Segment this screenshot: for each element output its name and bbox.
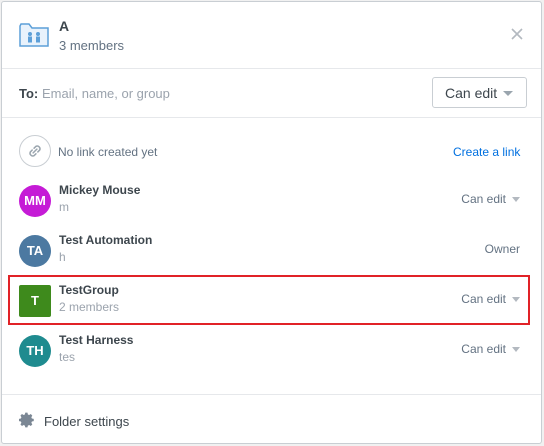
member-name: Test Automation: [59, 233, 153, 247]
member-detail: m: [59, 200, 69, 214]
member-row: MM Mickey Mouse m Can edit: [2, 176, 541, 226]
member-detail: h: [59, 250, 66, 264]
member-role-label: Owner: [484, 242, 520, 256]
folder-settings-link[interactable]: Folder settings: [44, 414, 129, 429]
link-icon: [19, 135, 51, 167]
divider: [2, 68, 541, 69]
divider: [2, 394, 541, 395]
link-status: No link created yet: [58, 145, 158, 159]
chevron-down-icon: [503, 91, 513, 96]
member-role: Owner: [485, 242, 520, 256]
share-dialog: A 3 members To: Can edit No link created…: [1, 1, 542, 444]
folder-member-count: 3 members: [59, 38, 125, 53]
folder-title: A: [59, 18, 70, 34]
shared-folder-icon: [19, 23, 49, 47]
member-detail: tes: [59, 350, 76, 364]
chevron-down-icon: [512, 297, 520, 303]
member-name: Test Harness: [59, 333, 134, 347]
member-name: Mickey Mouse: [59, 183, 141, 197]
member-role-dropdown[interactable]: Can edit: [461, 292, 520, 306]
permission-label: Can edit: [445, 85, 498, 101]
recipient-input[interactable]: [42, 82, 422, 104]
to-label: To:: [19, 86, 39, 101]
permission-dropdown[interactable]: Can edit: [432, 77, 527, 108]
member-role-dropdown[interactable]: Can edit: [461, 342, 520, 356]
divider: [2, 117, 541, 118]
member-detail: 2 members: [59, 300, 120, 314]
avatar: TH: [19, 335, 51, 367]
member-name: TestGroup: [59, 283, 119, 297]
chevron-down-icon: [512, 347, 520, 353]
member-role-label: Can edit: [461, 342, 506, 356]
avatar: T: [19, 285, 51, 317]
member-row: T TestGroup 2 members Can edit: [2, 276, 541, 326]
member-role-label: Can edit: [461, 292, 506, 306]
member-role-dropdown[interactable]: Can edit: [461, 192, 520, 206]
gear-icon: [18, 412, 34, 428]
close-icon[interactable]: [509, 26, 525, 42]
member-row: TA Test Automation h Owner: [2, 226, 541, 276]
dialog-header: A 3 members: [2, 2, 541, 68]
avatar: TA: [19, 235, 51, 267]
member-role-label: Can edit: [461, 192, 506, 206]
create-link-button[interactable]: Create a link: [453, 145, 520, 159]
chevron-down-icon: [512, 197, 520, 203]
avatar: MM: [19, 185, 51, 217]
member-row: TH Test Harness tes Can edit: [2, 326, 541, 376]
